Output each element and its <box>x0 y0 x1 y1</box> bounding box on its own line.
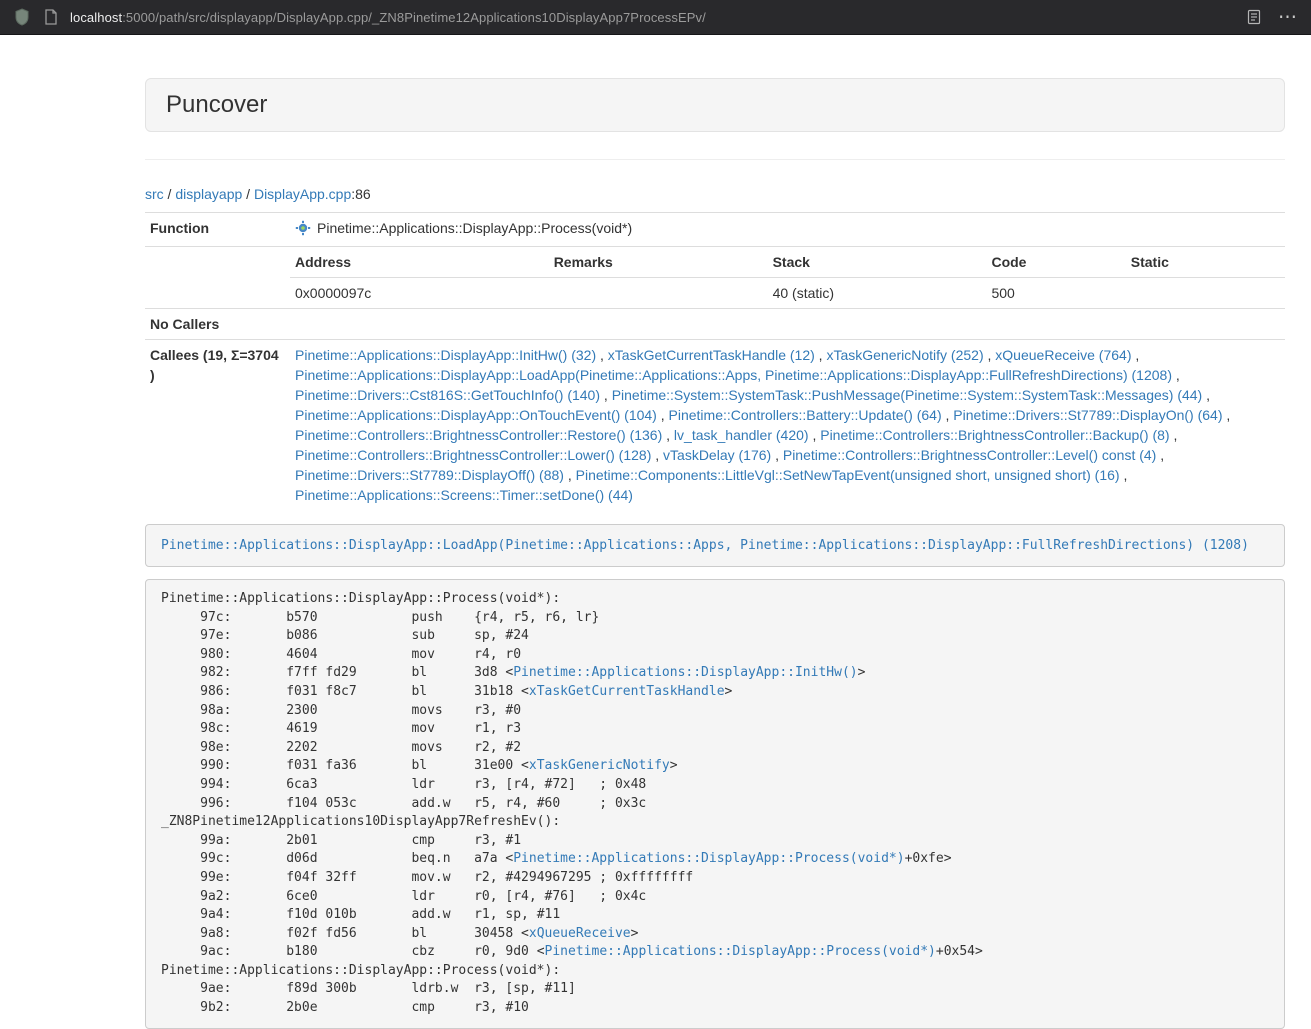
asm-symbol-link[interactable]: Pinetime::Applications::DisplayApp::Proc… <box>513 851 904 866</box>
reader-mode-icon[interactable] <box>1246 9 1262 25</box>
function-detail-cell: Address Remarks Stack Code Static 0x0000… <box>290 247 1285 309</box>
function-row: Function Pinetime::Applications::Display… <box>145 213 1285 247</box>
breadcrumb-link[interactable]: displayapp <box>175 186 242 202</box>
callee-link[interactable]: Pinetime::Drivers::St7789::DisplayOn() (… <box>953 407 1222 423</box>
callee-link[interactable]: Pinetime::Controllers::BrightnessControl… <box>295 447 651 463</box>
callees-row: Callees (19, Σ=3704 ) Pinetime::Applicat… <box>145 340 1285 511</box>
url-bar[interactable]: localhost:5000/path/src/displayapp/Displ… <box>70 10 1234 25</box>
asm-symbol-link[interactable]: xTaskGenericNotify <box>529 758 670 773</box>
function-table: Function Pinetime::Applications::Display… <box>145 212 1285 510</box>
browser-chrome: localhost:5000/path/src/displayapp/Displ… <box>0 0 1311 35</box>
asm-symbol-link[interactable]: Pinetime::Applications::DisplayApp::Proc… <box>545 944 936 959</box>
cell-static <box>1126 278 1285 309</box>
row-label-callees: Callees (19, Σ=3704 ) <box>145 340 290 511</box>
breadcrumb-separator: / <box>242 186 254 202</box>
breadcrumb: src / displayapp / DisplayApp.cpp:86 <box>145 186 1285 202</box>
divider <box>145 159 1285 160</box>
cell-remarks <box>549 278 768 309</box>
cell-stack: 40 (static) <box>768 278 987 309</box>
callee-link[interactable]: Pinetime::Controllers::BrightnessControl… <box>295 427 662 443</box>
url-host: localhost <box>70 10 122 25</box>
callees-cell: Pinetime::Applications::DisplayApp::Init… <box>290 340 1285 511</box>
function-cell: Pinetime::Applications::DisplayApp::Proc… <box>290 213 1285 247</box>
asm-symbol-link[interactable]: Pinetime::Applications::DisplayApp::Init… <box>513 665 857 680</box>
col-address: Address <box>290 247 549 278</box>
callee-link[interactable]: Pinetime::Controllers::Battery::Update()… <box>669 407 942 423</box>
function-detail-table: Address Remarks Stack Code Static 0x0000… <box>290 247 1285 308</box>
callee-link[interactable]: Pinetime::Applications::DisplayApp::OnTo… <box>295 407 657 423</box>
empty-label-cell <box>145 247 290 309</box>
callee-link[interactable]: Pinetime::Controllers::BrightnessControl… <box>820 427 1169 443</box>
callee-link[interactable]: vTaskDelay (176) <box>663 447 771 463</box>
col-remarks: Remarks <box>549 247 768 278</box>
breadcrumb-link[interactable]: src <box>145 186 164 202</box>
col-static: Static <box>1126 247 1285 278</box>
callee-link[interactable]: Pinetime::Applications::Screens::Timer::… <box>295 487 633 503</box>
callee-link[interactable]: Pinetime::Controllers::BrightnessControl… <box>783 447 1156 463</box>
app-header: Puncover <box>145 78 1285 132</box>
disassembly-block: Pinetime::Applications::DisplayApp::Proc… <box>145 579 1285 1029</box>
row-label-no-callers: No Callers <box>145 309 290 340</box>
shield-icon[interactable] <box>14 8 30 26</box>
function-symbol-icon <box>295 220 311 241</box>
no-callers-cell <box>290 309 1285 340</box>
row-label-function: Function <box>145 213 290 247</box>
callee-link[interactable]: Pinetime::Applications::DisplayApp::Init… <box>295 347 596 363</box>
asm-symbol-link[interactable]: xQueueReceive <box>529 926 631 941</box>
callee-link[interactable]: xTaskGenericNotify (252) <box>826 347 983 363</box>
detail-data-row: 0x0000097c 40 (static) 500 <box>290 278 1285 309</box>
callee-link[interactable]: xQueueReceive (764) <box>995 347 1131 363</box>
callee-link[interactable]: lv_task_handler (420) <box>674 427 809 443</box>
callee-link[interactable]: Pinetime::Drivers::Cst816S::GetTouchInfo… <box>295 387 600 403</box>
function-detail-row: Address Remarks Stack Code Static 0x0000… <box>145 247 1285 309</box>
callee-link[interactable]: xTaskGetCurrentTaskHandle (12) <box>608 347 815 363</box>
url-path: :5000/path/src/displayapp/DisplayApp.cpp… <box>122 10 706 25</box>
detail-header-row: Address Remarks Stack Code Static <box>290 247 1285 278</box>
function-name: Pinetime::Applications::DisplayApp::Proc… <box>317 220 632 236</box>
asm-symbol-link[interactable]: xTaskGetCurrentTaskHandle <box>529 684 725 699</box>
cell-code: 500 <box>986 278 1125 309</box>
callee-link[interactable]: Pinetime::Applications::DisplayApp::Load… <box>295 367 1172 383</box>
cell-address: 0x0000097c <box>290 278 549 309</box>
menu-dots-icon[interactable]: ⋯ <box>1278 8 1297 27</box>
main-content: Puncover src / displayapp / DisplayApp.c… <box>145 35 1285 1029</box>
breadcrumb-separator: / <box>164 186 176 202</box>
page-title: Puncover <box>166 92 1264 118</box>
no-callers-row: No Callers <box>145 309 1285 340</box>
col-code: Code <box>986 247 1125 278</box>
callee-link[interactable]: Pinetime::System::SystemTask::PushMessag… <box>612 387 1203 403</box>
callee-link[interactable]: Pinetime::Components::LittleVgl::SetNewT… <box>576 467 1120 483</box>
breadcrumb-line-number: :86 <box>351 186 370 202</box>
breadcrumb-link[interactable]: DisplayApp.cpp <box>254 186 351 202</box>
callee-link[interactable]: Pinetime::Drivers::St7789::DisplayOff() … <box>295 467 564 483</box>
col-stack: Stack <box>768 247 987 278</box>
selected-callee-box: Pinetime::Applications::DisplayApp::Load… <box>145 524 1285 567</box>
page-icon[interactable] <box>44 9 58 25</box>
loadapp-link[interactable]: Pinetime::Applications::DisplayApp::Load… <box>161 538 1249 553</box>
